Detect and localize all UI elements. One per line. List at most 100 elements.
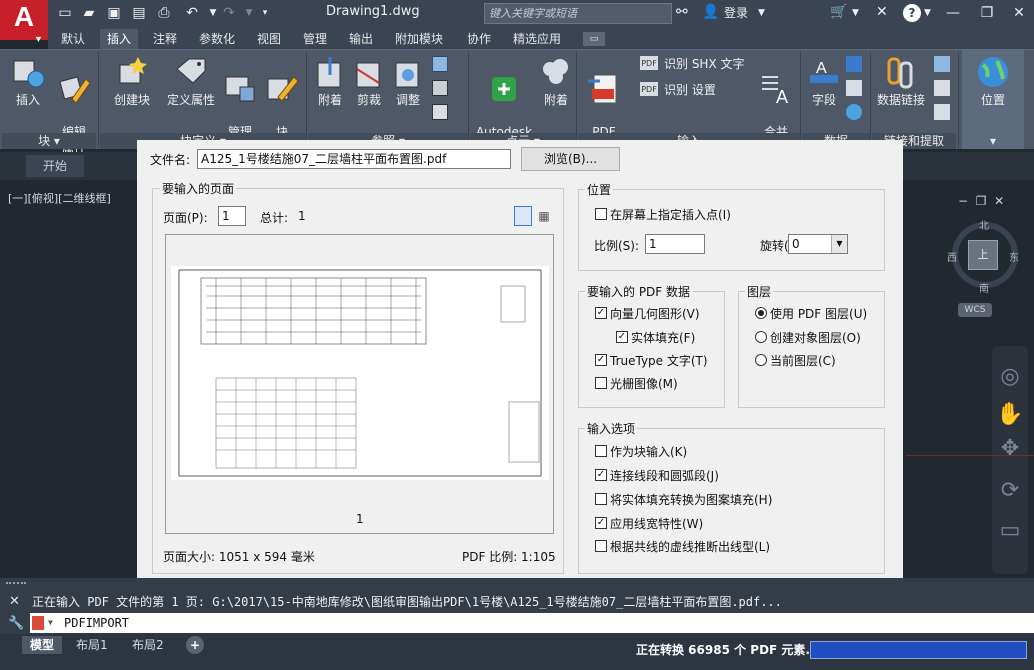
reference-small-icon[interactable]: [432, 56, 448, 72]
rotation-dropdown-icon[interactable]: ▼: [831, 235, 847, 253]
infer-linetypes-checkbox[interactable]: [595, 540, 607, 552]
vector-geometry-checkbox[interactable]: ✓: [595, 307, 607, 319]
login-dropdown-icon[interactable]: ▼: [758, 8, 765, 18]
undo-icon[interactable]: ↶: [183, 4, 201, 22]
compass-east[interactable]: 东: [1009, 249, 1019, 264]
scale-field[interactable]: 1: [645, 234, 705, 254]
restore-icon[interactable]: ❐: [974, 2, 1000, 24]
current-layer-radio[interactable]: [755, 354, 767, 366]
zoom-icon[interactable]: ✥: [994, 436, 1026, 461]
truetype-text-checkbox[interactable]: ✓: [595, 354, 607, 366]
app-menu-button[interactable]: A ▼: [0, 0, 48, 44]
recent-commands-icon[interactable]: ▼: [48, 613, 53, 633]
convert-solid-fills-checkbox[interactable]: [595, 493, 607, 505]
compass-north[interactable]: 北: [979, 217, 989, 232]
tab-annotate[interactable]: 注释: [146, 29, 184, 49]
viewport-window-controls[interactable]: − ❐ ✕: [958, 194, 1004, 208]
browse-button[interactable]: 浏览(B)...: [521, 147, 620, 171]
new-file-icon[interactable]: ▭: [56, 4, 74, 22]
hyperlink-icon[interactable]: [846, 104, 862, 120]
login-link[interactable]: 登录: [724, 4, 748, 21]
command-grip-icon[interactable]: [6, 582, 26, 594]
wcs-menu[interactable]: WCS: [958, 303, 992, 317]
search-input[interactable]: 键入关键字或短语: [484, 3, 672, 24]
create-block-button[interactable]: 创建块: [108, 55, 156, 108]
layout2-tab[interactable]: 布局2: [124, 636, 172, 654]
field-button[interactable]: A 字段: [800, 55, 848, 108]
tab-collaborate[interactable]: 协作: [460, 29, 498, 49]
close-app-x-icon[interactable]: ✕: [876, 4, 888, 20]
recognize-shx-button[interactable]: 识别 SHX 文字: [664, 56, 745, 72]
apply-lineweight-checkbox[interactable]: ✓: [595, 517, 607, 529]
raster-images-checkbox[interactable]: [595, 377, 607, 389]
close-icon[interactable]: ✕: [1006, 2, 1032, 24]
orbit-icon[interactable]: ⟳: [994, 478, 1026, 503]
tab-manage[interactable]: 管理: [296, 29, 334, 49]
viewcube-top-face[interactable]: 上: [968, 240, 998, 270]
plot-icon[interactable]: ⎙: [155, 4, 173, 22]
insert-block-button[interactable]: 插入: [4, 55, 52, 108]
tab-output[interactable]: 输出: [342, 29, 380, 49]
binoculars-icon[interactable]: ⚯: [676, 4, 688, 20]
tab-insert[interactable]: 插入: [100, 29, 139, 49]
single-page-view-icon[interactable]: [514, 206, 532, 226]
open-folder-icon[interactable]: ▰: [80, 4, 98, 22]
start-tab[interactable]: 开始: [26, 155, 84, 177]
cart-dropdown-icon[interactable]: ▼: [852, 8, 859, 18]
page-number-field[interactable]: 1: [218, 206, 246, 226]
location-expand-icon[interactable]: ▾: [962, 133, 1024, 149]
model-tab[interactable]: 模型: [22, 636, 63, 654]
showmotion-icon[interactable]: ▭: [994, 518, 1026, 543]
specify-on-screen-checkbox[interactable]: [595, 208, 607, 220]
define-attribute-button[interactable]: 定义属性: [162, 55, 220, 108]
upload-link-icon[interactable]: [934, 104, 950, 120]
ribbon-minimize-icon[interactable]: ▭: [583, 32, 605, 46]
customize-qat-icon[interactable]: ▾: [256, 4, 274, 22]
adjust-button[interactable]: 调整: [384, 55, 432, 108]
help-icon[interactable]: ?: [903, 4, 921, 22]
join-segments-checkbox[interactable]: ✓: [595, 469, 607, 481]
tab-parametric[interactable]: 参数化: [192, 29, 242, 49]
tab-view[interactable]: 视图: [250, 29, 288, 49]
create-object-layers-radio[interactable]: [755, 331, 767, 343]
redo-icon[interactable]: ↷: [220, 4, 238, 22]
data-link-button[interactable]: 数据链接: [874, 55, 928, 108]
tab-addins[interactable]: 附加模块: [388, 29, 450, 49]
steering-wheel-icon[interactable]: ◎: [994, 364, 1026, 389]
solid-fill-checkbox[interactable]: ✓: [616, 331, 628, 343]
pan-hand-icon[interactable]: ✋: [994, 402, 1026, 427]
update-fields-icon[interactable]: [846, 56, 862, 72]
grid-view-icon[interactable]: ▦: [534, 206, 554, 226]
recap-icon: [492, 77, 516, 101]
command-line-input[interactable]: ▼ PDFIMPORT: [30, 613, 1034, 633]
underlay-layers-icon[interactable]: [432, 80, 448, 96]
recognize-settings-button[interactable]: 识别 设置: [664, 82, 716, 98]
save-icon[interactable]: ▣: [105, 4, 123, 22]
tab-featured-apps[interactable]: 精选应用: [506, 29, 568, 49]
use-pdf-layers-radio[interactable]: [755, 307, 767, 319]
cart-icon[interactable]: 🛒: [830, 4, 847, 20]
minimize-icon[interactable]: —: [940, 2, 966, 24]
help-dropdown-icon[interactable]: ▼: [924, 8, 931, 18]
ole-object-icon[interactable]: [846, 80, 862, 96]
block-panel-footer[interactable]: 块 ▾: [2, 133, 96, 149]
compass-west[interactable]: 西: [947, 249, 957, 264]
add-layout-icon[interactable]: +: [186, 636, 204, 654]
compass-south[interactable]: 南: [979, 280, 989, 295]
location-button[interactable]: 位置: [966, 55, 1020, 108]
import-as-block-checkbox[interactable]: [595, 445, 607, 457]
frames-icon[interactable]: [432, 104, 448, 120]
tab-default[interactable]: 默认: [54, 29, 92, 49]
save-as-icon[interactable]: ▤: [130, 4, 148, 22]
file-name-field[interactable]: A125_1号楼结施07_二层墙柱平面布置图.pdf: [197, 149, 511, 169]
wrench-icon[interactable]: 🔧: [8, 616, 24, 631]
rotation-select[interactable]: 0 ▼: [788, 234, 848, 254]
user-icon[interactable]: 👤: [702, 4, 719, 20]
close-command-icon[interactable]: ✕: [9, 594, 20, 609]
extract-data-icon[interactable]: [934, 56, 950, 72]
download-link-icon[interactable]: [934, 80, 950, 96]
viewport-controls[interactable]: [一][俯视][二维线框]: [8, 190, 111, 206]
layout1-tab[interactable]: 布局1: [68, 636, 116, 654]
panel-separator: [98, 52, 99, 148]
attach-pointcloud-button[interactable]: 附着: [532, 55, 580, 108]
